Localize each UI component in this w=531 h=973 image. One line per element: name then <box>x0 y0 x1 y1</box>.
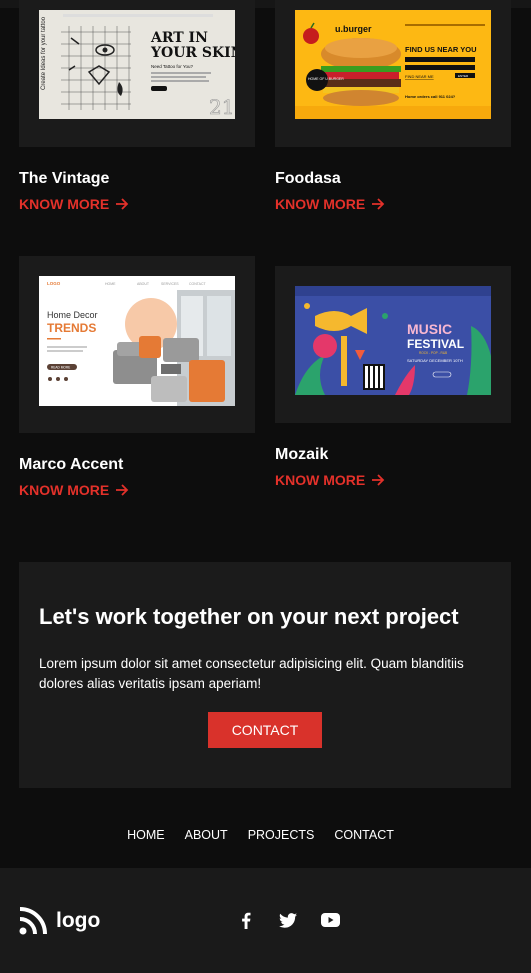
project-title: Mozaik <box>275 446 329 463</box>
cta-heading: Let's work together on your next project <box>39 604 459 629</box>
arrow-right-icon <box>372 198 385 210</box>
marco-logo-text: LOGO <box>47 281 61 286</box>
arrow-right-icon <box>116 198 129 210</box>
project-thumb-frame: Create Ideas for your tattoo ART IN YOUR… <box>19 0 255 147</box>
mozaik-tag-text: ROCK - POP - R&B <box>419 351 447 355</box>
project-thumbnail-mozaik[interactable]: MUSIC FESTIVAL ROCK - POP - R&B SATURDAY… <box>295 286 491 395</box>
marco-menu-about: ABOUT <box>137 282 150 286</box>
footer: logo <box>0 868 531 973</box>
project-card-foodasa: u.burger HOME OF U.BURGER FIND US NEAR Y… <box>275 0 511 212</box>
facebook-icon[interactable] <box>236 911 256 929</box>
project-thumb-frame: LOGO HOME ABOUT SERVICES CONTACT Home De… <box>19 256 255 433</box>
logo-text: logo <box>56 908 101 932</box>
youtube-icon[interactable] <box>320 911 340 929</box>
project-card-marco-accent: LOGO HOME ABOUT SERVICES CONTACT Home De… <box>19 256 255 498</box>
twitter-icon[interactable] <box>278 911 298 929</box>
know-more-link[interactable]: KNOW MORE <box>275 472 385 488</box>
project-thumb-frame: u.burger HOME OF U.BURGER FIND US NEAR Y… <box>275 0 511 147</box>
marco-read-more-text: READ MORE <box>51 366 70 370</box>
nav-projects[interactable]: PROJECTS <box>248 828 315 842</box>
burger-badge-text: HOME OF U.BURGER <box>308 77 344 81</box>
mozaik-music-text: MUSIC <box>407 321 452 337</box>
social-links <box>236 911 340 929</box>
marco-trends-text: TRENDS <box>47 321 96 335</box>
burger-brand-text: u.burger <box>335 24 372 34</box>
project-title: Foodasa <box>275 170 341 187</box>
project-thumbnail-vintage[interactable]: Create Ideas for your tattoo ART IN YOUR… <box>39 10 235 119</box>
mozaik-festival-text: FESTIVAL <box>407 337 464 351</box>
nav-home[interactable]: HOME <box>127 828 165 842</box>
know-more-label: KNOW MORE <box>19 196 110 212</box>
cta-section: Let's work together on your next project… <box>19 562 511 788</box>
nav-contact[interactable]: CONTACT <box>334 828 394 842</box>
know-more-label: KNOW MORE <box>275 472 366 488</box>
know-more-label: KNOW MORE <box>275 196 366 212</box>
burger-note-text: Home orders call 911 024? <box>405 94 456 99</box>
mozaik-date-text: SATURDAY DECEMBER 10TH <box>407 358 463 363</box>
project-thumbnail-marco[interactable]: LOGO HOME ABOUT SERVICES CONTACT Home De… <box>39 276 235 406</box>
burger-enter-text: ENTER <box>458 74 469 78</box>
project-title: Marco Accent <box>19 456 124 473</box>
know-more-link[interactable]: KNOW MORE <box>19 482 129 498</box>
nav-about[interactable]: ABOUT <box>185 828 228 842</box>
know-more-link[interactable]: KNOW MORE <box>19 196 129 212</box>
vintage-skin-text: YOUR SKIN <box>150 45 235 61</box>
vintage-sub-text: Need Tattoo for You? <box>151 64 193 69</box>
arrow-right-icon <box>372 474 385 486</box>
know-more-link[interactable]: KNOW MORE <box>275 196 385 212</box>
project-thumb-frame: MUSIC FESTIVAL ROCK - POP - R&B SATURDAY… <box>275 266 511 423</box>
marco-menu-services: SERVICES <box>161 282 179 286</box>
contact-button[interactable]: CONTACT <box>208 712 322 748</box>
svg-text:Create Ideas for your tattoo: Create Ideas for your tattoo <box>41 16 47 90</box>
burger-find-text: FIND NEAR ME <box>405 74 434 79</box>
cta-body: Lorem ipsum dolor sit amet consectetur a… <box>39 656 464 691</box>
arrow-right-icon <box>116 484 129 496</box>
vintage-art-text: ART IN <box>150 30 208 46</box>
project-card-the-vintage: Create Ideas for your tattoo ART IN YOUR… <box>19 0 255 212</box>
footer-nav: HOME ABOUT PROJECTS CONTACT <box>0 828 531 842</box>
project-title: The Vintage <box>19 170 110 187</box>
marco-menu-home: HOME <box>105 282 116 286</box>
burger-heading-text: FIND US NEAR YOU <box>405 45 477 54</box>
project-thumbnail-foodasa[interactable]: u.burger HOME OF U.BURGER FIND US NEAR Y… <box>295 10 491 119</box>
logo-rss-icon <box>19 907 47 935</box>
know-more-label: KNOW MORE <box>19 482 110 498</box>
project-card-mozaik: MUSIC FESTIVAL ROCK - POP - R&B SATURDAY… <box>275 266 511 488</box>
footer-logo[interactable]: logo <box>19 906 100 935</box>
svg-text:21: 21 <box>209 95 234 119</box>
marco-home-decor-text: Home Decor <box>47 310 98 320</box>
marco-menu-contact: CONTACT <box>189 282 207 286</box>
